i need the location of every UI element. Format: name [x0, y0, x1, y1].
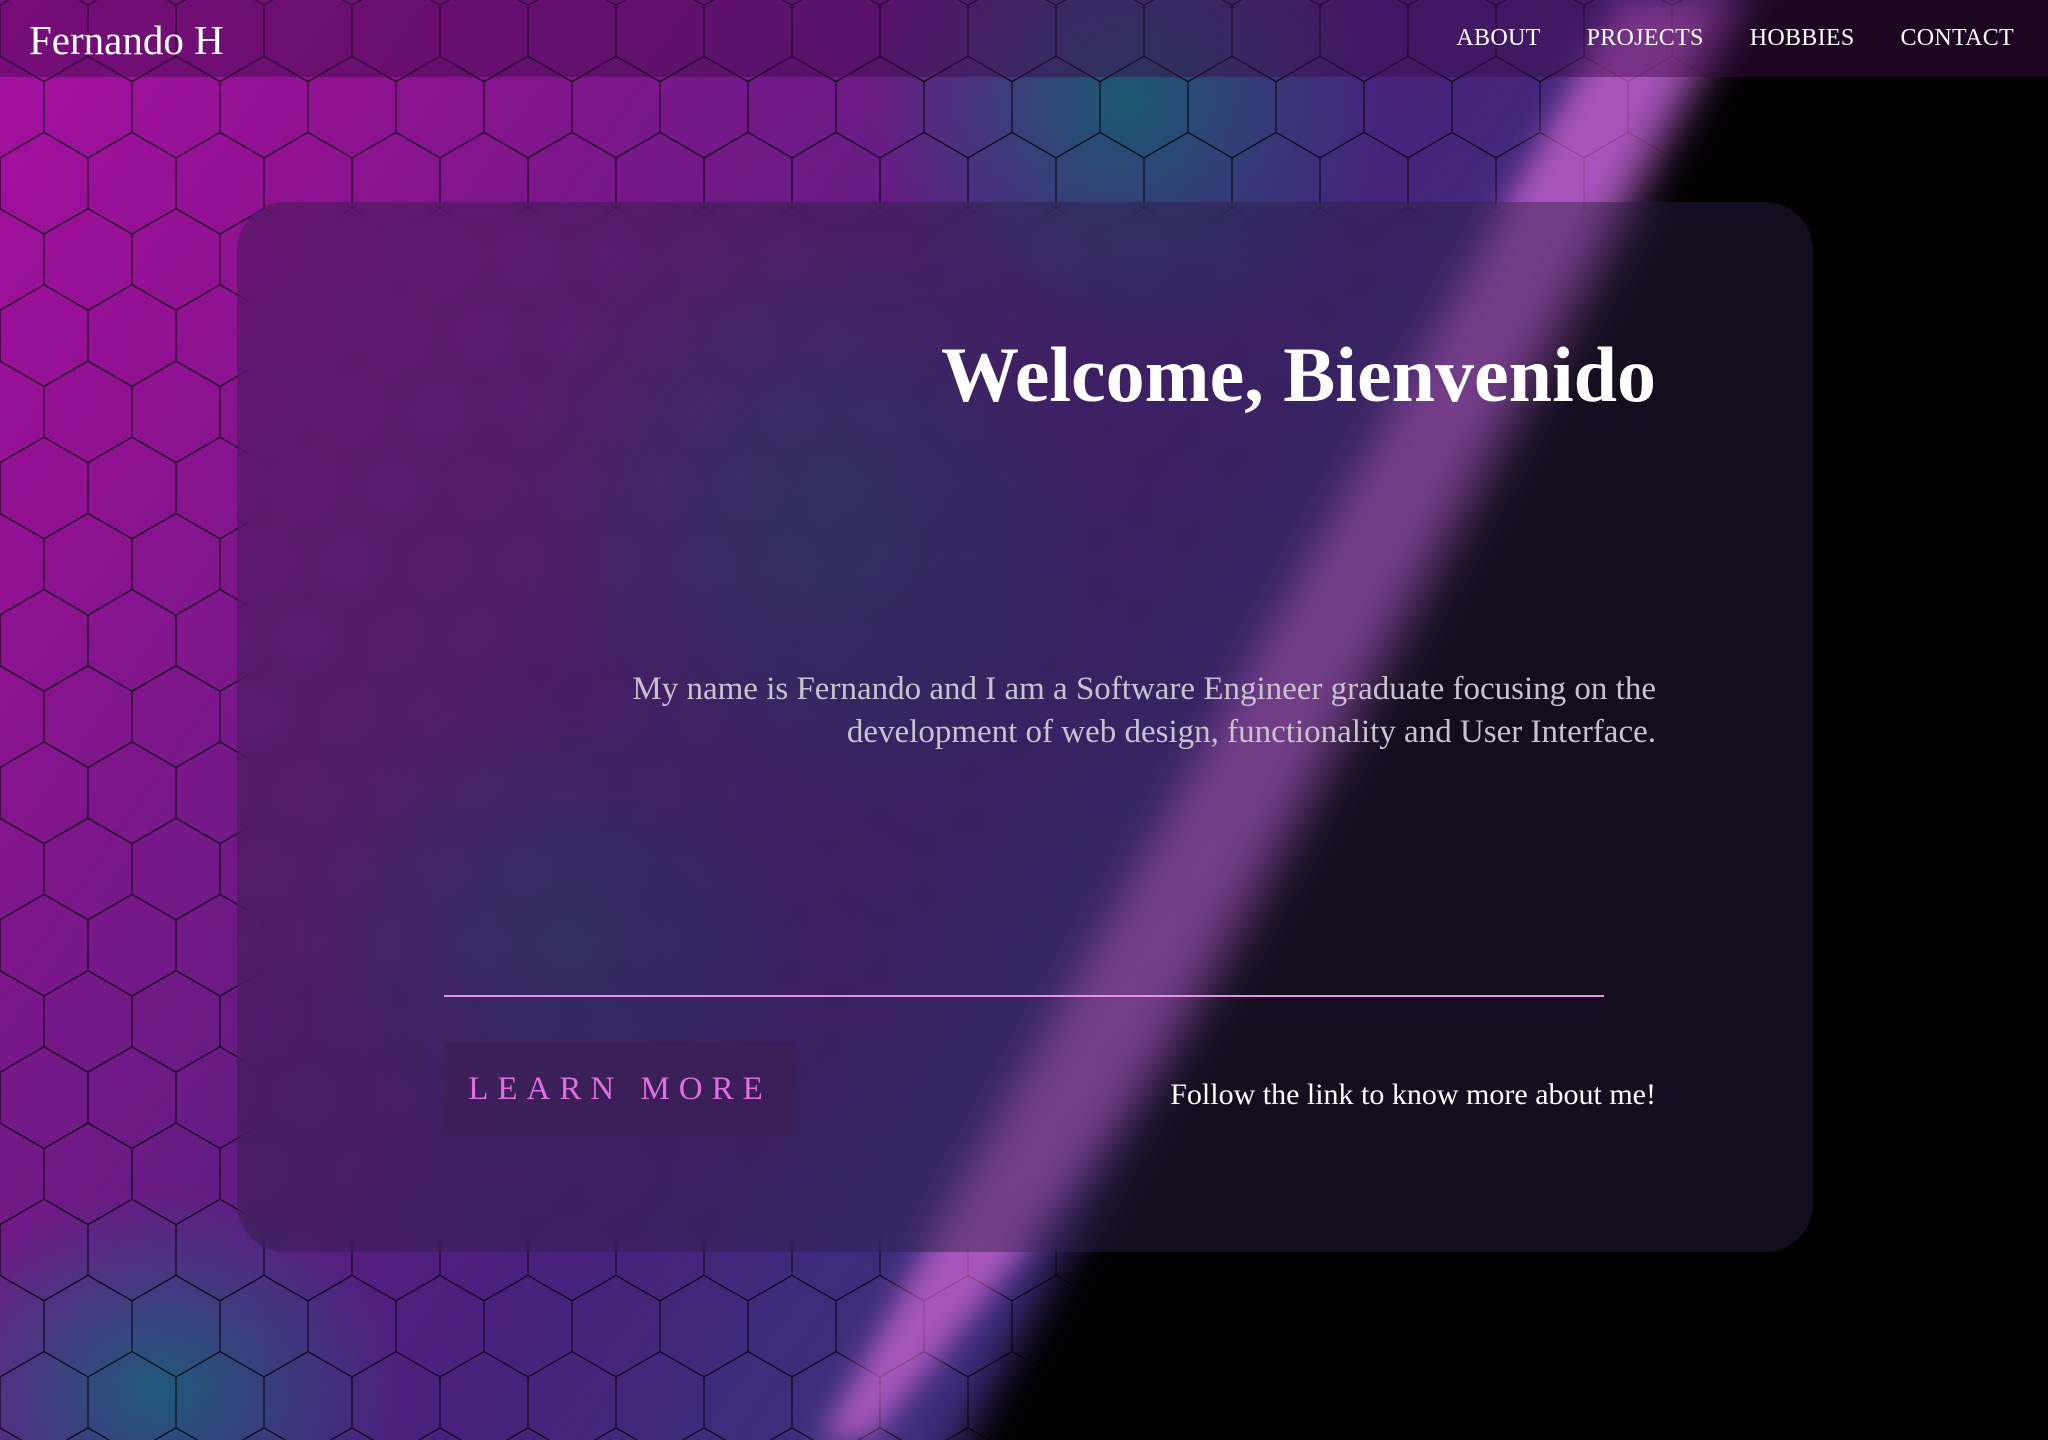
- nav-link-about[interactable]: ABOUT: [1456, 25, 1540, 51]
- follow-link-text: Follow the link to know more about me!: [1170, 1078, 1656, 1111]
- page: Fernando H ABOUT PROJECTS HOBBIES CONTAC…: [0, 0, 2048, 1440]
- nav-item-contact: CONTACT: [1900, 25, 2014, 52]
- hero-intro-text: My name is Fernando and I am a Software …: [632, 671, 1656, 750]
- nav-link-contact[interactable]: CONTACT: [1900, 25, 2014, 51]
- hero-content: Welcome, Bienvenido My name is Fernando …: [237, 202, 1813, 1252]
- hero-glass-card: Welcome, Bienvenido My name is Fernando …: [237, 202, 1813, 1252]
- nav-link-projects[interactable]: PROJECTS: [1587, 25, 1704, 51]
- hero-headline: Welcome, Bienvenido: [941, 331, 1656, 418]
- nav-link-hobbies[interactable]: HOBBIES: [1750, 25, 1855, 51]
- learn-more-button[interactable]: LEARN MORE: [444, 1042, 796, 1136]
- nav-menu: ABOUT PROJECTS HOBBIES CONTACT: [1456, 25, 2014, 52]
- top-navbar: Fernando H ABOUT PROJECTS HOBBIES CONTAC…: [0, 0, 2048, 77]
- brand-logo-link[interactable]: Fernando H: [29, 14, 224, 64]
- nav-item-projects: PROJECTS: [1587, 25, 1704, 52]
- hero-divider: [444, 995, 1604, 997]
- nav-item-about: ABOUT: [1456, 25, 1540, 52]
- nav-item-hobbies: HOBBIES: [1750, 25, 1855, 52]
